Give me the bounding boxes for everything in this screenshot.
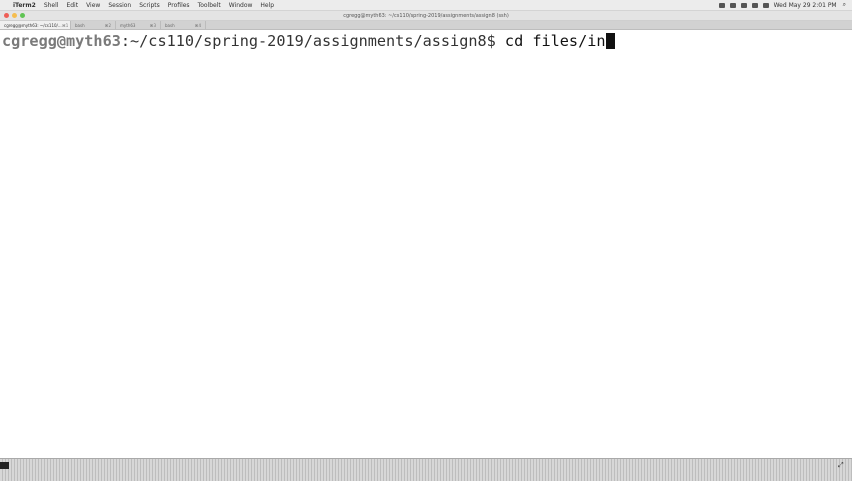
status-area: Wed May 29 2:01 PM ⌕ [718,1,852,9]
tab-1[interactable]: cgregg@myth63: ~/cs110/... ⌘1 [0,21,71,29]
text-cursor [605,33,615,49]
menu-bar: iTerm2 Shell Edit View Session Scripts P… [0,0,852,11]
window-title: cgregg@myth63: ~/cs110/spring-2019/assig… [343,12,509,19]
tab-shortcut: ⌘3 [149,22,156,28]
status-icon[interactable] [740,2,747,8]
terminal-pane[interactable]: cgregg@myth63:~/cs110/spring-2019/assign… [0,30,852,458]
menu-window[interactable]: Window [229,2,253,9]
tab-bar: cgregg@myth63: ~/cs110/... ⌘1 bash ⌘2 my… [0,21,852,30]
tab-shortcut: ⌘2 [104,22,111,28]
dock: ⤢ [0,458,852,481]
menubar-clock[interactable]: Wed May 29 2:01 PM [774,2,837,9]
menu-shell[interactable]: Shell [44,2,59,9]
dock-item[interactable] [0,462,9,469]
menu-help[interactable]: Help [260,2,274,9]
tab-label: myth63 [120,22,136,28]
typed-command[interactable]: cd files/in [505,32,606,50]
fullscreen-icon[interactable]: ⤢ [838,462,846,469]
tab-label: bash [75,22,85,28]
menu-iterm2[interactable]: iTerm2 [13,2,36,9]
menu-toolbelt[interactable]: Toolbelt [198,2,221,9]
status-icon[interactable] [718,2,725,8]
prompt-user-host: cgregg@myth63 [2,32,121,50]
tab-3[interactable]: myth63 ⌘3 [116,21,161,29]
tab-4[interactable]: bash ⌘4 [161,21,206,29]
menu-profiles[interactable]: Profiles [168,2,190,9]
spotlight-icon[interactable]: ⌕ [843,1,846,9]
tab-label: cgregg@myth63: ~/cs110/... [4,22,62,28]
tab-shortcut: ⌘4 [194,22,201,28]
menu-session[interactable]: Session [108,2,131,9]
wifi-icon[interactable] [751,2,758,8]
command-line[interactable]: cgregg@myth63:~/cs110/spring-2019/assign… [2,32,615,50]
tab-label: bash [165,22,175,28]
menu-view[interactable]: View [86,2,100,9]
window-titlebar: cgregg@myth63: ~/cs110/spring-2019/assig… [0,11,852,21]
prompt-path: :~/cs110/spring-2019/assignments/assign8… [120,32,505,50]
menu-edit[interactable]: Edit [66,2,78,9]
tab-2[interactable]: bash ⌘2 [71,21,116,29]
battery-icon[interactable] [762,2,769,8]
menu-scripts[interactable]: Scripts [139,2,160,9]
status-icon[interactable] [729,2,736,8]
tab-shortcut: ⌘1 [61,22,69,28]
